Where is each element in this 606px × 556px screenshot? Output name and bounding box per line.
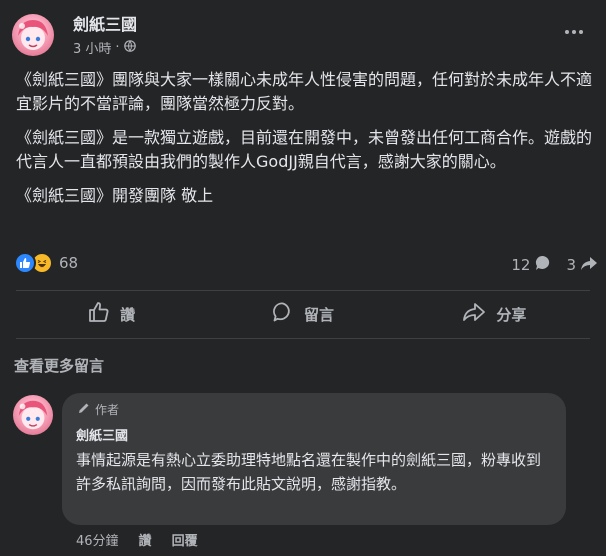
globe-icon <box>123 39 136 56</box>
meta-separator: · <box>115 40 120 55</box>
comment-label: 留言 <box>303 305 334 324</box>
share-button[interactable]: 分享 <box>399 292 590 336</box>
share-label: 分享 <box>496 305 527 324</box>
pencil-icon <box>78 402 90 417</box>
share-count-link[interactable]: 3 <box>566 254 598 276</box>
author-badge: 作者 <box>78 401 552 418</box>
page-name[interactable]: 劍紙三國 <box>73 11 137 35</box>
comment-bubble: 作者 劍紙三國 事情起源是有熱心立委助理特地點名還在製作中的劍紙三國，粉專收到許… <box>62 393 566 525</box>
comment-bubble-icon <box>534 254 552 276</box>
author-badge-label: 作者 <box>95 403 120 417</box>
action-bar: 讚 留言 分享 <box>16 292 590 336</box>
like-button[interactable]: 讚 <box>16 292 207 336</box>
comment-footer: 46分鐘 讚 回覆 <box>76 530 198 549</box>
divider <box>16 290 590 291</box>
share-count: 3 <box>566 256 576 274</box>
like-label: 讚 <box>120 305 136 324</box>
comment-text: 事情起源是有熱心立委助理特地點名還在製作中的劍紙三國，粉專收到許多私訊詢問，因而… <box>76 451 542 493</box>
comment-reply-button[interactable]: 回覆 <box>172 530 198 549</box>
page-avatar[interactable] <box>12 14 54 56</box>
comment-time[interactable]: 46分鐘 <box>76 530 119 549</box>
reaction-count: 68 <box>59 254 79 272</box>
post-time[interactable]: 3 小時 <box>73 38 111 57</box>
post-paragraph: 《劍紙三國》團隊與大家一樣關心未成年人性侵害的問題，任何對於未成年人不適宜影片的… <box>16 70 593 113</box>
reaction-summary[interactable]: 68 <box>14 252 78 274</box>
comment-author-avatar[interactable] <box>13 395 53 435</box>
share-icon <box>462 301 486 327</box>
comment-count-link[interactable]: 12 <box>511 254 552 276</box>
comment-icon <box>272 301 294 327</box>
view-more-comments-link[interactable]: 查看更多留言 <box>14 355 104 376</box>
post-paragraph: 《劍紙三國》是一款獨立遊戲，目前還在開發中，未曾發出任何工商合作。遊戲的代言人一… <box>16 128 593 171</box>
divider <box>16 338 590 339</box>
comment-author-name[interactable]: 劍紙三國 <box>76 425 552 444</box>
post-meta: 3 小時 · <box>73 38 136 57</box>
comment-button[interactable]: 留言 <box>207 292 398 336</box>
post-body: 《劍紙三國》團隊與大家一樣關心未成年人性侵害的問題，任何對於未成年人不適宜影片的… <box>16 68 600 218</box>
post-paragraph: 《劍紙三國》開發團隊 敬上 <box>16 186 214 205</box>
engagement-stats: 12 3 <box>511 254 598 276</box>
ellipsis-icon[interactable] <box>556 18 592 46</box>
comment-count: 12 <box>511 256 531 274</box>
thumbs-up-icon <box>88 301 110 327</box>
share-arrow-icon <box>580 254 598 276</box>
comment-like-button[interactable]: 讚 <box>139 530 152 549</box>
like-icon <box>14 252 36 274</box>
